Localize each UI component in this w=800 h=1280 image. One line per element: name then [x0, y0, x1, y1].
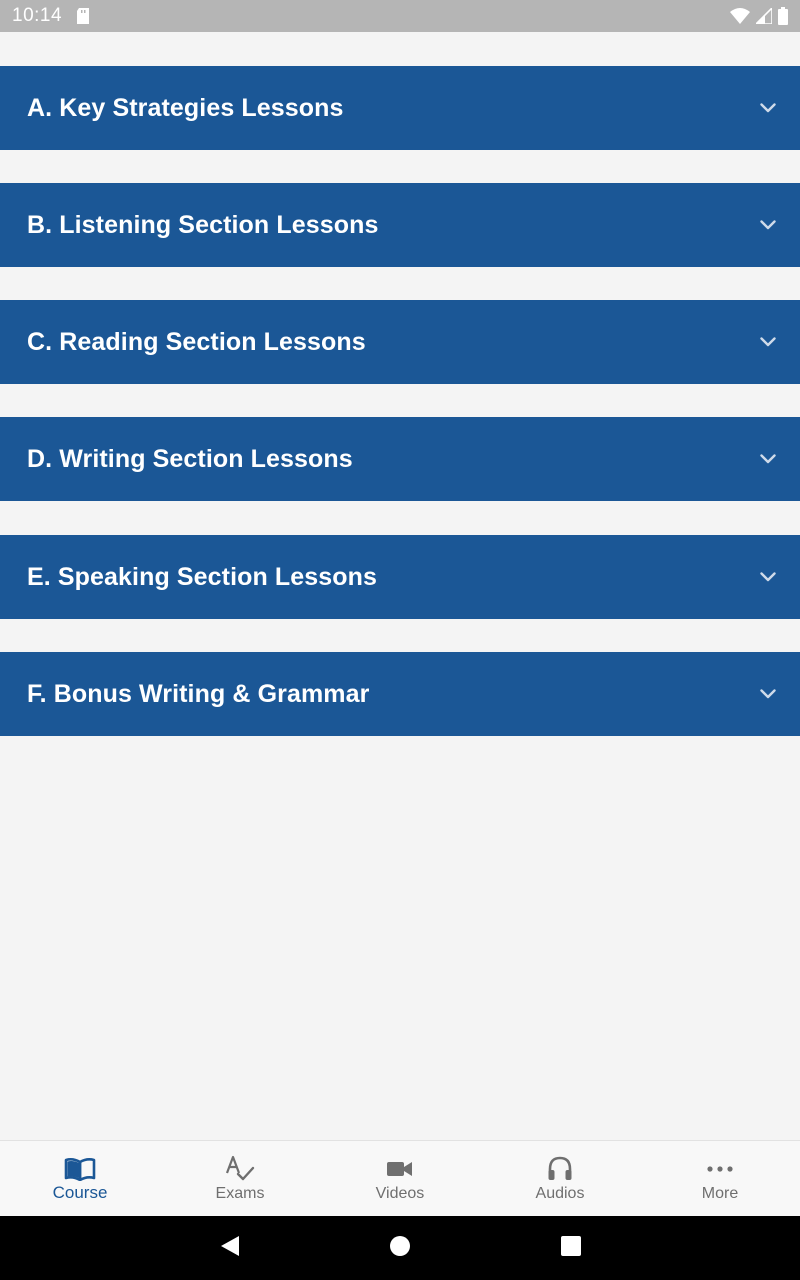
sd-card-icon — [76, 8, 90, 24]
system-navigation-bar — [0, 1216, 800, 1280]
tab-label: More — [701, 1185, 739, 1202]
chevron-down-icon[interactable] — [758, 684, 778, 704]
video-camera-icon — [383, 1153, 417, 1185]
section-title: D. Writing Section Lessons — [27, 444, 353, 473]
section-item-bonus[interactable]: F. Bonus Writing & Grammar — [0, 652, 800, 736]
tab-audios[interactable]: Audios — [480, 1141, 640, 1216]
section-title: C. Reading Section Lessons — [27, 327, 366, 356]
status-left: 10:14 — [12, 5, 90, 27]
chevron-down-icon[interactable] — [758, 449, 778, 469]
headphones-icon — [543, 1153, 577, 1185]
tab-label: Videos — [375, 1185, 425, 1202]
chevron-down-icon[interactable] — [758, 98, 778, 118]
section-item-reading[interactable]: C. Reading Section Lessons — [0, 300, 800, 384]
chevron-down-icon[interactable] — [758, 215, 778, 235]
section-item-key-strategies[interactable]: A. Key Strategies Lessons — [0, 66, 800, 150]
recents-square-icon — [561, 1235, 581, 1261]
section-item-writing[interactable]: D. Writing Section Lessons — [0, 417, 800, 501]
status-right — [730, 7, 788, 25]
section-title: E. Speaking Section Lessons — [27, 562, 378, 591]
tab-more[interactable]: More — [640, 1141, 800, 1216]
tab-exams[interactable]: Exams — [160, 1141, 320, 1216]
back-triangle-icon — [220, 1235, 240, 1262]
chevron-down-icon[interactable] — [758, 567, 778, 587]
tab-course[interactable]: Course — [0, 1141, 160, 1216]
wifi-icon — [730, 8, 750, 24]
section-item-speaking[interactable]: E. Speaking Section Lessons — [0, 535, 800, 619]
back-button[interactable] — [190, 1216, 270, 1280]
app-screen: 10:14 A. Key Strategies Lessons B. Liste… — [0, 0, 800, 1280]
tab-label: Course — [52, 1183, 108, 1202]
tab-label: Audios — [535, 1185, 585, 1202]
section-item-listening[interactable]: B. Listening Section Lessons — [0, 183, 800, 267]
book-icon — [63, 1153, 97, 1185]
home-button[interactable] — [360, 1216, 440, 1280]
home-circle-icon — [389, 1235, 411, 1262]
more-dots-icon — [703, 1153, 737, 1185]
battery-icon — [778, 7, 788, 25]
recents-button[interactable] — [531, 1216, 611, 1280]
section-title: A. Key Strategies Lessons — [27, 93, 344, 122]
status-bar: 10:14 — [0, 0, 800, 32]
bottom-tab-bar: Course Exams Videos Audios More — [0, 1140, 800, 1216]
signal-icon — [756, 8, 772, 24]
spellcheck-icon — [223, 1153, 257, 1185]
tab-videos[interactable]: Videos — [320, 1141, 480, 1216]
section-title: F. Bonus Writing & Grammar — [27, 679, 370, 708]
section-title: B. Listening Section Lessons — [27, 210, 379, 239]
tab-label: Exams — [215, 1185, 265, 1202]
status-time: 10:14 — [12, 5, 63, 26]
chevron-down-icon[interactable] — [758, 332, 778, 352]
course-content: A. Key Strategies Lessons B. Listening S… — [0, 32, 800, 1140]
